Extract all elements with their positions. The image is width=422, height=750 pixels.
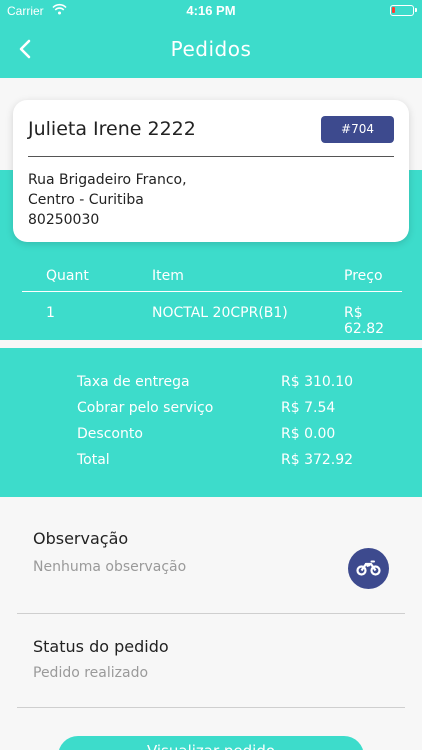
address-line-1: Rua Brigadeiro Franco, <box>28 172 187 188</box>
address-zip: 80250030 <box>28 212 100 228</box>
total-value: R$ 0.00 <box>281 426 336 442</box>
address-line-2: Centro - Curitiba <box>28 192 144 208</box>
row-item: NOCTAL 20CPR(B1) <box>152 305 288 321</box>
page-title: Pedidos <box>170 37 252 61</box>
view-order-button[interactable]: Visualizar pedido <box>58 736 364 750</box>
total-value: R$ 310.10 <box>281 374 354 390</box>
row-qty: 1 <box>46 305 55 321</box>
total-label: Desconto <box>77 426 143 442</box>
notes-text: Nenhuma observação <box>33 559 187 575</box>
customer-name: Julieta Irene 2222 <box>28 118 196 140</box>
order-address: Rua Brigadeiro Franco, Centro - Curitiba… <box>28 170 187 230</box>
table-divider <box>22 291 402 292</box>
total-label: Total <box>77 452 110 468</box>
column-header-qty: Quant <box>46 268 89 284</box>
row-price: R$ 62.82 <box>344 305 385 337</box>
total-value: R$ 372.92 <box>281 452 354 468</box>
total-label: Taxa de entrega <box>77 374 190 390</box>
status-title: Status do pedido <box>33 637 169 656</box>
notes-title: Observação <box>33 529 129 548</box>
status-bar: Carrier 4:16 PM <box>0 0 422 22</box>
clock: 4:16 PM <box>186 3 236 18</box>
column-header-price: Preço <box>344 268 383 284</box>
order-card: Julieta Irene 2222 #704 Rua Brigadeiro F… <box>13 100 409 242</box>
section-divider <box>17 613 405 614</box>
battery-icon <box>390 5 417 16</box>
delivery-button[interactable] <box>348 548 389 589</box>
column-header-item: Item <box>152 268 184 284</box>
section-divider <box>17 707 405 708</box>
total-value: R$ 7.54 <box>281 400 336 416</box>
total-label: Cobrar pelo serviço <box>77 400 214 416</box>
card-divider <box>28 156 394 157</box>
motorcycle-icon <box>356 560 381 576</box>
totals-panel: Taxa de entrega R$ 310.10 Cobrar pelo se… <box>0 348 422 497</box>
status-text: Pedido realizado <box>33 665 149 681</box>
order-number-badge: #704 <box>321 116 394 143</box>
